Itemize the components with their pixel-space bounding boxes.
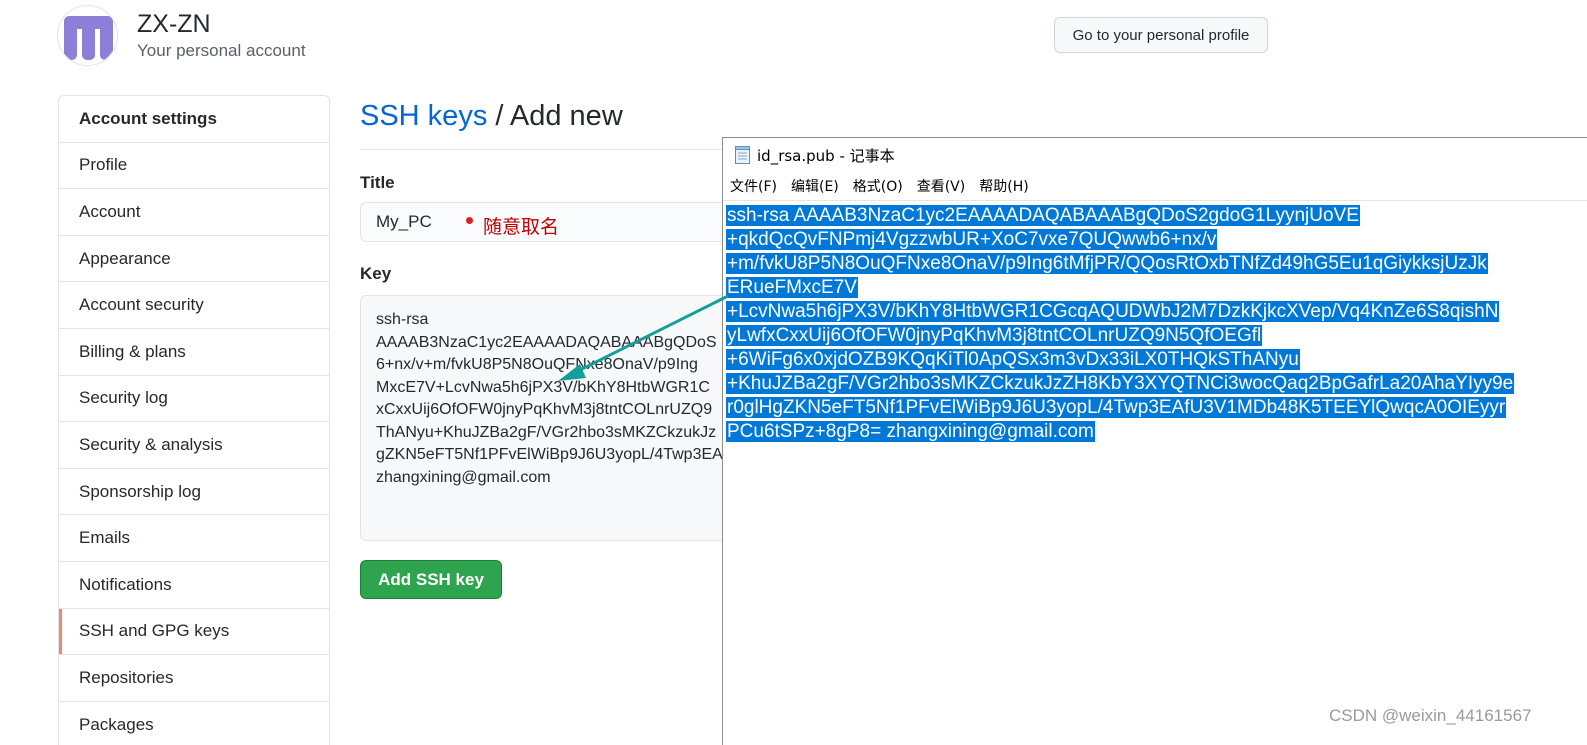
notepad-line-text: ERueFMxcE7V — [726, 277, 858, 298]
notepad-line-text: +LcvNwa5h6jPX3V/bKhY8HtbWGR1CGcqAQUDWbJ2… — [726, 301, 1500, 322]
notepad-line: +KhuJZBa2gF/VGr2hbo3sMKZCkzukJzZH8KbY3XY… — [726, 372, 1515, 396]
key-text-line: gZKN5eFT5Nf1PFvElWiBp9J6U3yopL/4Twp3EA — [376, 446, 723, 463]
watermark: CSDN @weixin_44161567 — [1329, 706, 1532, 725]
notepad-menu-format[interactable]: 格式(O) — [853, 176, 903, 198]
notepad-line: +qkdQcQvFNPmj4VgzzwbUR+XoC7vxe7QUQwwb6+n… — [726, 228, 1514, 252]
notepad-line: +m/fvkU8P5N8OuQFNxe8OnaV/p9Ing6tMfjPR/QQ… — [726, 252, 1514, 276]
account-name: ZX-ZN — [137, 10, 211, 38]
notepad-line-text: +qkdQcQvFNPmj4VgzzwbUR+XoC7vxe7QUQwwb6+n… — [726, 229, 1218, 250]
key-text-line: xCxxUij6OfOFW0jnyPqKhvM3j8tntCOLnrUZQ9 — [376, 401, 713, 418]
notepad-line-text: +m/fvkU8P5N8OuQFNxe8OnaV/p9Ing6tMfjPR/QQ… — [726, 253, 1488, 274]
title-field-label: Title — [360, 173, 395, 192]
notepad-line-text: PCu6tSPz+8gP8= zhangxining@gmail.com — [726, 421, 1095, 442]
avatar-identicon-icon — [58, 6, 117, 65]
sidebar-item-account[interactable]: Account — [59, 189, 329, 236]
notepad-line-text: r0glHgZKN5eFT5Nf1PFvElWiBp9J6U3yopL/4Twp… — [726, 397, 1507, 418]
avatar[interactable] — [57, 5, 118, 66]
notepad-titlebar[interactable]: id_rsa.pub - 记事本 — [723, 138, 1587, 172]
page-title: SSH keys / Add new — [360, 100, 623, 133]
go-to-profile-button[interactable]: Go to your personal profile — [1054, 17, 1268, 53]
sidebar-item-appearance[interactable]: Appearance — [59, 236, 329, 283]
sidebar-item-billing-plans[interactable]: Billing & plans — [59, 329, 329, 376]
notepad-line: +6WiFg6x0xjdOZB9KQqKiTl0ApQSx3m3vDx33iLX… — [726, 348, 1514, 372]
add-ssh-key-button[interactable]: Add SSH key — [360, 560, 502, 599]
key-field-label: Key — [360, 264, 392, 283]
sidebar-item-emails[interactable]: Emails — [59, 515, 329, 562]
settings-sidebar: Account settings Profile Account Appeara… — [58, 95, 330, 745]
sidebar-item-profile[interactable]: Profile — [59, 143, 329, 190]
notepad-line-text: +6WiFg6x0xjdOZB9KQqKiTl0ApQSx3m3vDx33iLX… — [726, 349, 1300, 370]
key-text-line: AAAAB3NzaC1yc2EAAAADAQABAAABgQDoS — [376, 333, 717, 351]
key-text-line: zhangxining@gmail.com — [376, 468, 551, 486]
notepad-line: PCu6tSPz+8gP8= zhangxining@gmail.com — [726, 420, 1514, 444]
key-text-line: ThANyu+KhuJZBa2gF/VGr2hbo3sMKZCkzukJz — [376, 423, 717, 441]
key-text-line: 6+nx/v+m/fvkU8P5N8OuQFNxe8OnaV/p9Ing — [376, 356, 698, 373]
notepad-line: ERueFMxcE7V — [726, 276, 1514, 300]
annotation-text: 随意取名 — [483, 217, 560, 238]
notepad-app-icon — [735, 146, 750, 164]
notepad-line: r0glHgZKN5eFT5Nf1PFvElWiBp9J6U3yopL/4Twp… — [726, 396, 1514, 420]
notepad-menu-view[interactable]: 查看(V) — [917, 176, 966, 198]
notepad-line: ssh-rsa AAAAB3NzaC1yc2EAAAADAQABAAABgQDo… — [726, 204, 1514, 228]
account-subtitle: Your personal account — [137, 41, 306, 60]
sidebar-item-security-log[interactable]: Security log — [59, 376, 329, 423]
notepad-menu-edit[interactable]: 编辑(E) — [791, 176, 839, 198]
notepad-title: id_rsa.pub - 记事本 — [757, 146, 895, 165]
sidebar-item-packages[interactable]: Packages — [59, 702, 329, 745]
notepad-text-area[interactable]: ssh-rsa AAAAB3NzaC1yc2EAAAADAQABAAABgQDo… — [723, 200, 1587, 745]
notepad-menubar: 文件(F) 编辑(E) 格式(O) 查看(V) 帮助(H) — [723, 176, 1587, 198]
key-text-line: MxcE7V+LcvNwa5h6jPX3V/bKhY8HtbWGR1C — [376, 378, 710, 396]
notepad-selected-text: ssh-rsa AAAAB3NzaC1yc2EAAAADAQABAAABgQDo… — [726, 204, 1515, 444]
notepad-line: yLwfxCxxUij6OfOFW0jnyPqKhvM3j8tntCOLnrUZ… — [726, 324, 1514, 348]
key-text-line: ssh-rsa — [376, 311, 429, 328]
notepad-line: +LcvNwa5h6jPX3V/bKhY8HtbWGR1CGcqAQUDWbJ2… — [726, 300, 1514, 324]
notepad-line-text: ssh-rsa AAAAB3NzaC1yc2EAAAADAQABAAABgQDo… — [726, 205, 1360, 226]
annotation-dot — [466, 217, 473, 224]
sidebar-item-sponsorship-log[interactable]: Sponsorship log — [59, 469, 329, 516]
ssh-keys-breadcrumb-link[interactable]: SSH keys — [360, 100, 487, 132]
page-title-rest: / Add new — [487, 100, 623, 132]
sidebar-item-security-analysis[interactable]: Security & analysis — [59, 422, 329, 469]
notepad-menu-file[interactable]: 文件(F) — [730, 176, 777, 198]
sidebar-header-account-settings: Account settings — [59, 96, 329, 143]
sidebar-item-notifications[interactable]: Notifications — [59, 562, 329, 609]
title-divider — [360, 149, 740, 150]
sidebar-item-repositories[interactable]: Repositories — [59, 655, 329, 702]
notepad-line-text: yLwfxCxxUij6OfOFW0jnyPqKhvM3j8tntCOLnrUZ… — [726, 325, 1263, 346]
sidebar-item-ssh-gpg-keys[interactable]: SSH and GPG keys — [59, 608, 329, 656]
notepad-line-text: +KhuJZBa2gF/VGr2hbo3sMKZCkzukJzZH8KbY3XY… — [726, 373, 1515, 394]
sidebar-item-account-security[interactable]: Account security — [59, 282, 329, 329]
notepad-menu-help[interactable]: 帮助(H) — [979, 176, 1028, 198]
key-textarea[interactable]: ssh-rsa AAAAB3NzaC1yc2EAAAADAQABAAABgQDo… — [360, 295, 740, 541]
notepad-window: id_rsa.pub - 记事本 文件(F) 编辑(E) 格式(O) 查看(V)… — [722, 137, 1587, 745]
